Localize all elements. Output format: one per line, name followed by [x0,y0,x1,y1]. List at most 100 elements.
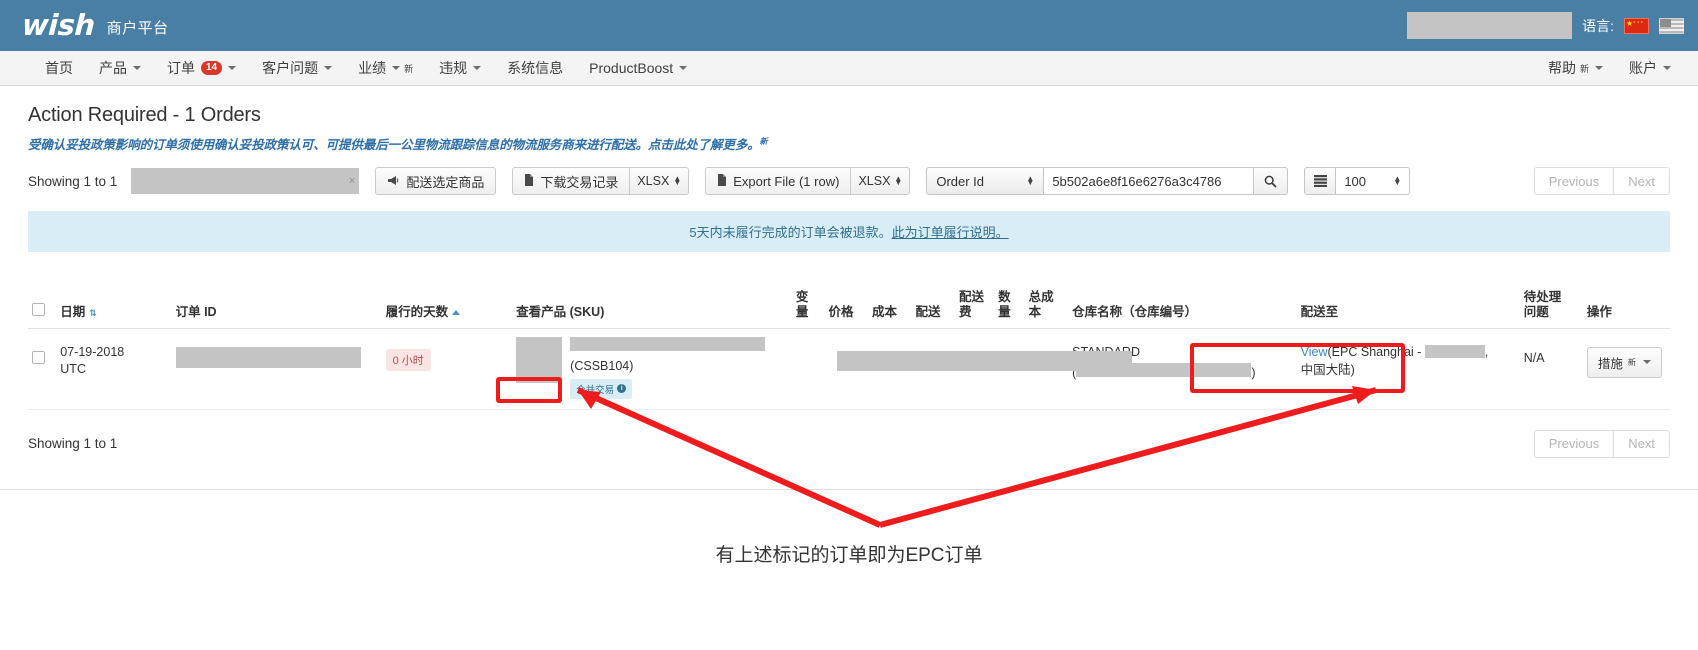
new-badge: 新 [759,136,768,146]
fulfillment-policy-link[interactable]: 此为订单履行说明。 [892,225,1009,240]
nav-item-violations[interactable]: 违规 [426,51,494,85]
col-price-label: 价格 [828,305,854,320]
download-format-select[interactable]: XLSX ▲ ▼ [630,167,690,195]
row-select-cell[interactable] [28,328,57,410]
cn-flag-icon[interactable] [1624,17,1649,34]
orders-table-head: 日期 ⇅ 订单 ID 履行的天数 查看产品 (SKU) 变 量 价格 成本 配送… [28,274,1670,329]
row-order-id-cell [171,328,382,410]
col-ship-to-label: 配送至 [1300,305,1339,320]
orders-table-body: 07-19-2018 UTC 0 小时 (CSSB104) 合并交易 i ()… [28,328,1670,410]
search-input[interactable]: 5b502a6e8f16e6276a3c4786 [1044,167,1255,195]
merged-transaction-badge[interactable]: 合并交易 i [570,378,633,399]
col-order-id[interactable]: 订单 ID [171,274,382,329]
export-file-label: Export File (1 row) [733,173,840,189]
us-flag-icon[interactable] [1659,17,1684,34]
search-button[interactable] [1254,167,1289,195]
page-subtitle-text: 受确认妥投政策影响的订单须使用确认妥投政策认可、可提供最后一公里物流跟踪信息的物… [28,138,649,152]
nav-label: 帮助 [1547,60,1576,76]
col-pending-issue-label: 待处理 问题 [1523,289,1562,320]
stepper-icon: ▲ ▼ [1393,174,1402,187]
chevron-down-icon [1595,66,1603,70]
chevron-down-icon [392,66,401,70]
col-quantity[interactable]: 数 量 [994,274,1025,329]
ship-to-open: (EPC Shanghai - [1327,344,1425,359]
view-address-link[interactable]: View [1301,345,1328,359]
annotation-caption: 有上述标记的订单即为EPC订单 [715,545,983,566]
table-row[interactable]: 07-19-2018 UTC 0 小时 (CSSB104) 合并交易 i ()… [28,328,1670,410]
nav-label: 业绩 [358,60,387,76]
col-price[interactable]: 价格 [824,274,868,329]
nav-item-performance[interactable]: 业绩 新 [345,51,426,85]
previous-button-bottom[interactable]: Previous [1533,429,1615,458]
action-measures-label: 措施 [1597,356,1623,371]
filter-field-select[interactable]: Order Id ▲ ▼ [926,167,1045,195]
col-actions[interactable]: 操作 [1582,274,1670,329]
download-transactions-button[interactable]: 下载交易记录 [512,167,631,195]
col-date[interactable]: 日期 ⇅ [56,274,172,329]
col-ship-to[interactable]: 配送至 [1296,274,1520,329]
file-icon [717,173,727,189]
fulfillment-hours-badge: 0 小时 [385,348,431,371]
nav-item-help[interactable]: 帮助 新 [1535,58,1616,78]
col-actions-label: 操作 [1586,305,1612,320]
stepper-icon: ▲ ▼ [1026,174,1035,187]
nav-item-home[interactable]: 首页 [32,51,86,85]
pagination-top: Previous Next [1533,167,1670,195]
sort-icon: ⇅ [89,308,97,319]
col-warehouse[interactable]: 仓库名称（仓库编号） [1068,274,1297,329]
nav-item-orders[interactable]: 订单 14 [154,51,249,85]
col-variant[interactable]: 变 量 [791,274,825,329]
row-fulfillment-days-cell: 0 小时 [381,328,513,410]
page-size-select[interactable]: 100 ▲ ▼ [1336,167,1411,195]
orders-toolbar: Showing 1 to 1 × 配送选定商品 下载交易记录 XLSX ▲ ▼ … [28,167,1670,195]
nav-item-products[interactable]: 产品 [86,51,154,85]
pagination-bottom: Previous Next [1533,429,1670,458]
learn-more-link[interactable]: 点击此处了解更多。 [648,138,760,152]
fulfillment-info-banner: 5天内未履行完成的订单会被退款。此为订单履行说明。 [28,211,1670,252]
page-size-group: 100 ▲ ▼ [1304,167,1411,195]
nav-item-productboost[interactable]: ProductBoost [576,51,700,85]
action-measures-button[interactable]: 措施新 [1586,346,1662,378]
new-badge: 新 [404,63,414,74]
product-thumbnail[interactable] [516,336,563,383]
previous-button-top[interactable]: Previous [1533,167,1615,195]
col-product-sku-label: 查看产品 (SKU) [516,305,605,320]
row-variant-cell [791,328,825,410]
nav-item-customer-issues[interactable]: 客户问题 [249,51,345,85]
top-bar-right: 语言: [1407,12,1684,39]
nav-item-system-info[interactable]: 系统信息 [494,51,576,85]
nav-label: 违规 [439,60,468,76]
next-button-top[interactable]: Next [1614,167,1670,195]
row-checkbox[interactable] [32,350,45,364]
wish-logo[interactable]: wish [21,8,95,42]
col-select-all[interactable] [28,274,57,329]
redacted-filter-input[interactable]: × [131,168,360,194]
select-all-checkbox[interactable] [32,303,45,317]
next-button-bottom[interactable]: Next [1614,429,1670,458]
col-cost[interactable]: 成本 [867,274,912,329]
export-file-button[interactable]: Export File (1 row) [705,167,852,195]
col-shipping-fee[interactable]: 配送 费 [955,274,995,329]
col-shipping[interactable]: 配送 [911,274,955,329]
chevron-down-icon [1642,360,1651,365]
row-date-cell: 07-19-2018 UTC [56,328,172,410]
col-pending-issue[interactable]: 待处理 问题 [1519,274,1583,329]
ship-selected-button[interactable]: 配送选定商品 [375,167,497,195]
row-actions-cell: 措施新 [1582,328,1670,410]
col-total-cost[interactable]: 总成 本 [1024,274,1069,329]
nav-item-account[interactable]: 账户 [1616,58,1684,78]
page-root: wish 商户平台 语言: 首页 产品 订单 14 客户问题 业绩 [0,0,1698,650]
export-format-select[interactable]: XLSX ▲ ▼ [851,167,911,195]
col-fulfillment-days[interactable]: 履行的天数 [381,274,513,329]
content-divider [0,489,1698,490]
col-variant-label: 变 量 [795,289,809,320]
showing-label-top: Showing 1 to 1 [28,173,118,189]
redacted-account-field [1407,12,1573,39]
col-product-sku[interactable]: 查看产品 (SKU) [512,274,792,329]
list-icon[interactable] [1304,167,1337,195]
row-ship-to-cell: View(EPC Shanghai - , 中国大陆) [1296,328,1520,410]
col-total-cost-label: 总成 本 [1028,289,1054,320]
brand[interactable]: wish 商户平台 [21,8,169,42]
clear-icon[interactable]: × [349,175,355,187]
page-subtitle: 受确认妥投政策影响的订单须使用确认妥投政策认可、可提供最后一公里物流跟踪信息的物… [28,134,1670,153]
